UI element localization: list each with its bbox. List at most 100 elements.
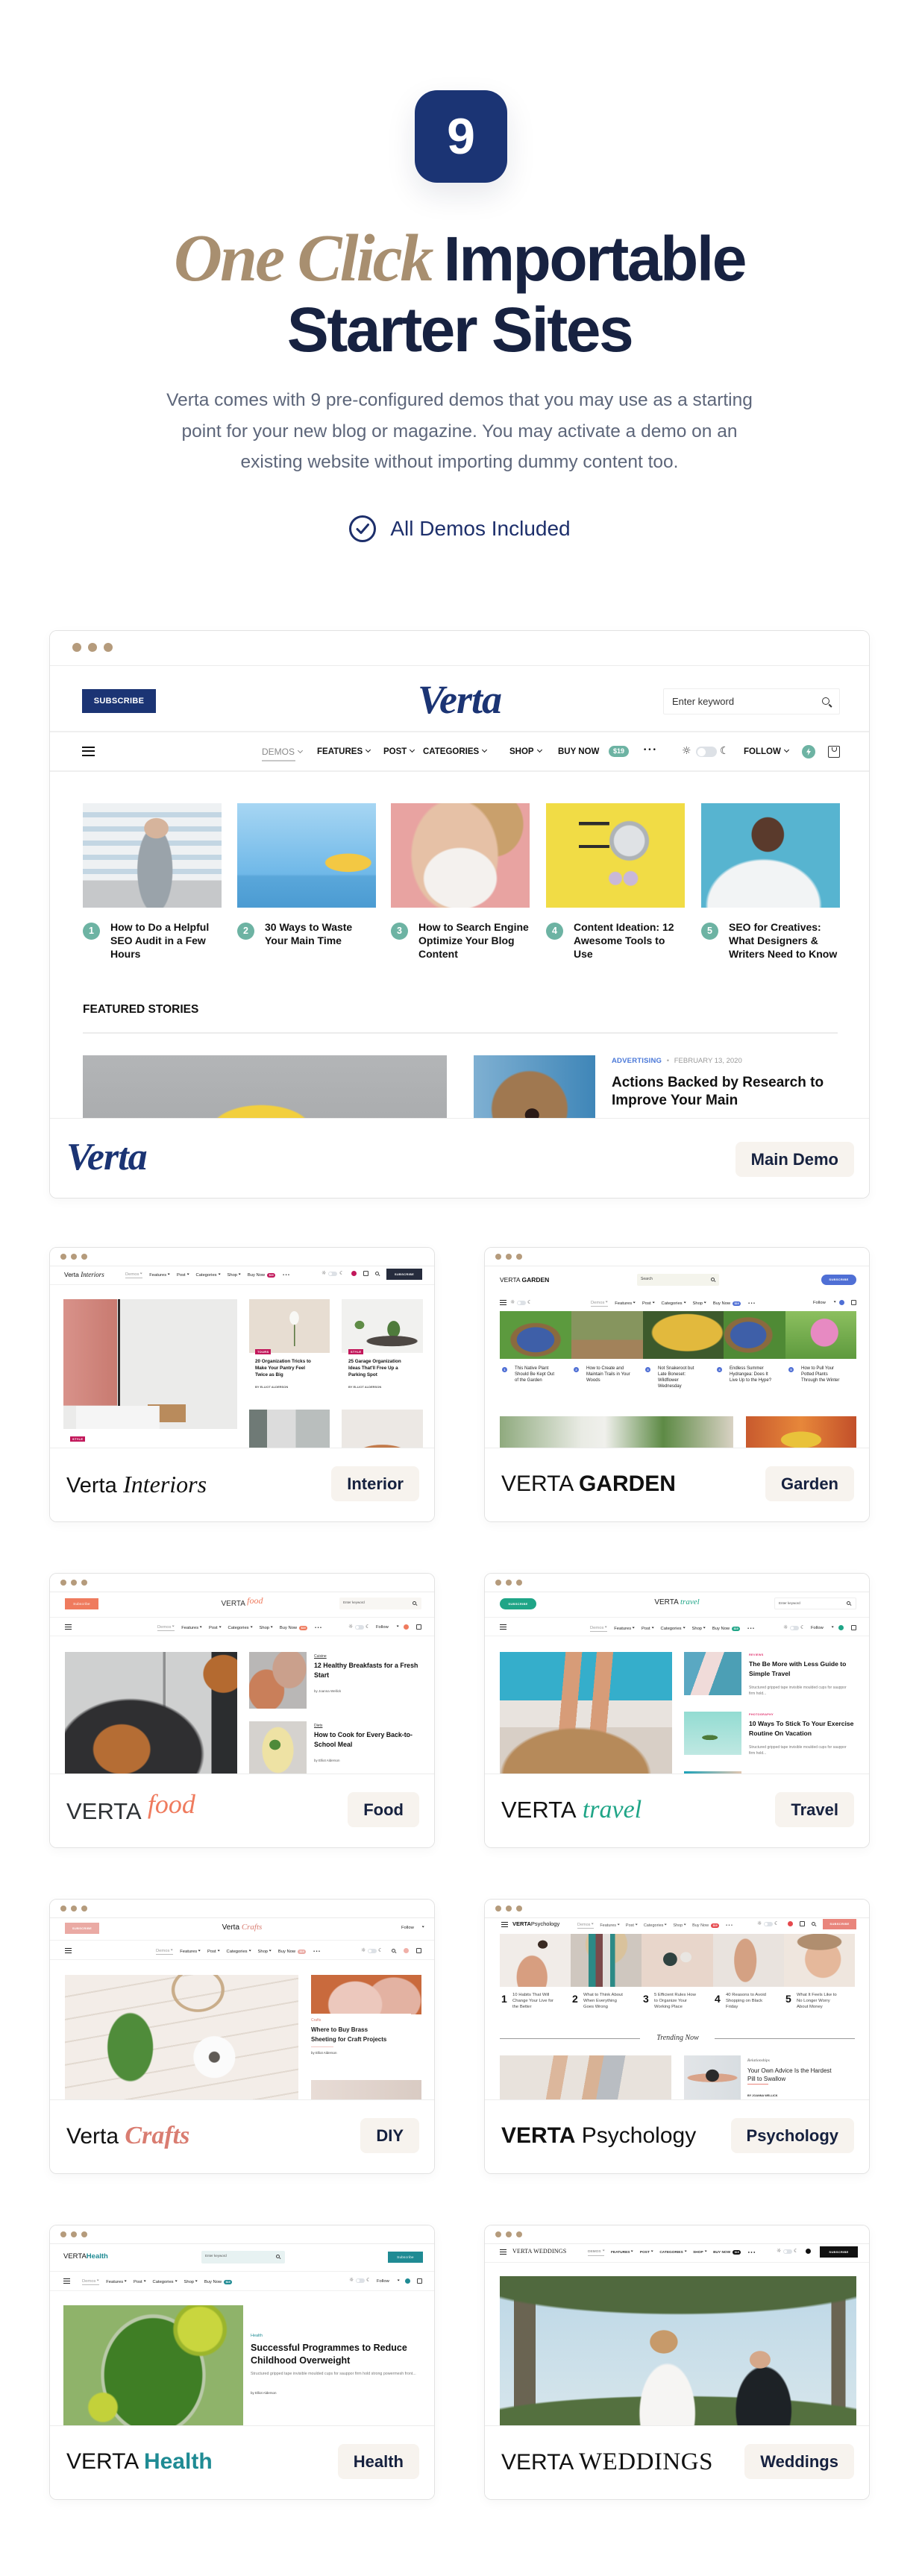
- preview-subscribe-button: Subscribe: [388, 2252, 423, 2263]
- post-number-badge: 5: [788, 1367, 794, 1372]
- post-title: Successful Programmes to Reduce Childhoo…: [251, 2343, 407, 2366]
- post-image-room: [342, 1410, 423, 1448]
- chevron-down-icon: [650, 2249, 653, 2252]
- divider: [50, 2271, 434, 2272]
- logo-main: VERTA: [512, 1920, 531, 1927]
- demo-card-weddings[interactable]: VERTA WEDDINGS DEMOS FEATURES POST CATEG…: [484, 2225, 870, 2500]
- search-icon: [375, 1272, 379, 1275]
- nav-item: Demos: [590, 1625, 608, 1632]
- moon-icon: [800, 1625, 805, 1630]
- demo-card-diy[interactable]: SUBSCRIBE Verta Crafts Follow Demos Feat…: [49, 1899, 435, 2174]
- chevron-down-icon: [366, 747, 371, 753]
- demo-label-button[interactable]: Weddings: [744, 2444, 854, 2479]
- demo-label-button[interactable]: Garden: [765, 1466, 854, 1501]
- logo-accent: travel: [680, 1598, 700, 1606]
- nav-item: Shop: [257, 1949, 272, 1955]
- divider: [50, 731, 869, 732]
- post-title: How to Do a Helpful SEO Audit in a Few H…: [110, 921, 210, 960]
- post-image-bread: [249, 1652, 307, 1709]
- nav-item: Buy Now $19: [280, 1625, 308, 1631]
- nav-item: Post: [207, 1949, 220, 1955]
- demo-label-button[interactable]: Food: [348, 1792, 419, 1827]
- hero-image-craft-table: [65, 1975, 298, 2099]
- window-dot-icon: [495, 2231, 501, 2237]
- post-title: How to Search Engine Optimize Your Blog …: [418, 921, 529, 960]
- post-title: Endless Summer Hydrangea: Does It Live U…: [730, 1366, 772, 1383]
- search-icon: [413, 1601, 416, 1605]
- nav-item: Post: [177, 1272, 189, 1278]
- demo-preview-interior: Verta Interiors Demos Features Post Cate…: [50, 1266, 434, 1448]
- bolt-icon: [806, 2249, 811, 2254]
- nav-label: Buy Now: [277, 1949, 296, 1954]
- follow-label: Follow: [811, 1626, 824, 1630]
- chevron-down-icon: [536, 747, 542, 753]
- nav-label: Post: [642, 1301, 651, 1306]
- demo-label-button[interactable]: Health: [337, 2444, 419, 2479]
- chevron-down-icon: [635, 1923, 638, 1926]
- chevron-down-icon: [683, 1301, 686, 1304]
- moon-icon: [339, 1271, 344, 1276]
- window-dot-icon: [81, 1906, 87, 1911]
- demo-card-interior[interactable]: Verta Interiors Demos Features Post Cate…: [49, 1247, 435, 1522]
- nav-item: Buy Now $19: [692, 1923, 720, 1929]
- demo-card-travel[interactable]: SUBSCRIBE VERTA travel Enter keyword Dem…: [484, 1573, 870, 1848]
- nav-item: Demos: [591, 1300, 609, 1307]
- logo-accent: Interiors: [123, 1471, 207, 1498]
- preview-logo: VERTA GARDEN: [500, 1276, 549, 1284]
- preview-logo: VERTA WEDDINGS: [512, 2248, 566, 2255]
- demo-card-food[interactable]: Subscribe VERTA food Enter keyword Demos…: [49, 1573, 435, 1848]
- follow-label: Follow: [376, 1625, 389, 1630]
- price-badge: $19: [733, 1301, 741, 1306]
- chevron-down-icon: [124, 2279, 128, 2282]
- demo-label-button[interactable]: Main Demo: [735, 1142, 854, 1177]
- more-icon: [283, 1272, 290, 1278]
- demo-label-button[interactable]: DIY: [360, 2118, 419, 2153]
- demo-label-button[interactable]: Interior: [331, 1466, 419, 1501]
- moon-icon: [378, 1948, 383, 1953]
- post-number-badge: 5: [701, 923, 718, 940]
- nav-label: Features: [600, 1923, 617, 1928]
- demo-card-health[interactable]: VERTAHealth Enter keyword Subscribe Demo…: [49, 2225, 435, 2500]
- window-dot-icon: [516, 1580, 522, 1586]
- nav-label: FEATURES: [317, 747, 363, 756]
- search-placeholder: Enter keyword: [343, 1600, 365, 1604]
- strip-image-blanket: [571, 1934, 642, 1987]
- nav-item: Demos: [577, 1922, 595, 1929]
- meta-separator: •: [666, 1057, 670, 1065]
- preview-subscribe-button: SUBSCRIBE: [823, 1919, 856, 1929]
- logo-main: Verta: [66, 1474, 117, 1498]
- nav-item: Categories: [196, 1272, 221, 1278]
- preview-subscribe-button: SUBSCRIBE: [821, 1275, 856, 1285]
- nav-item: Features: [615, 1301, 636, 1307]
- nav-label: Demos: [591, 1301, 605, 1305]
- demo-card-garden[interactable]: VERTA GARDEN Search SUBSCRIBE Demos Feat…: [484, 1247, 870, 1522]
- nav-label: Shop: [257, 1949, 269, 1954]
- divider: [50, 1617, 434, 1618]
- nav-label: Categories: [661, 1301, 683, 1306]
- demo-card-main[interactable]: SUBSCRIBE Verta Enter keyword DEMOS FEAT…: [49, 630, 870, 1199]
- nav-item: Demos: [82, 2278, 100, 2285]
- hero-image-pink-painting: [63, 1299, 237, 1429]
- chevron-down-icon: [652, 1301, 655, 1304]
- more-icon: [747, 1626, 755, 1632]
- nav-item: Post: [209, 1625, 222, 1631]
- price-badge: $19: [224, 2279, 233, 2284]
- sun-icon: [757, 1921, 762, 1926]
- demo-card-psychology[interactable]: VERTAPsychology Demos Features Post Cate…: [484, 1899, 870, 2174]
- demo-label-button[interactable]: Psychology: [730, 2118, 854, 2153]
- theme-toggle: [764, 1922, 773, 1926]
- cart-icon: [828, 746, 840, 758]
- bolt-icon: [802, 745, 815, 758]
- demo-preview-food: Subscribe VERTA food Enter keyword Demos…: [50, 1592, 434, 1774]
- nav-item: Shop: [691, 1626, 706, 1632]
- nav-item: Features: [149, 1272, 171, 1278]
- more-icon: [643, 747, 657, 754]
- nav-label: Buy Now: [712, 1301, 731, 1306]
- search-placeholder: Enter keyword: [205, 2254, 227, 2258]
- bolt-icon: [404, 1624, 409, 1630]
- demo-label-button[interactable]: Travel: [775, 1792, 854, 1827]
- demo-preview-garden: VERTA GARDEN Search SUBSCRIBE Demos Feat…: [485, 1266, 869, 1448]
- logo-main: VERTA: [501, 1471, 573, 1496]
- chevron-down-icon: [139, 1272, 143, 1275]
- post-image-yellow-pan: [546, 803, 685, 908]
